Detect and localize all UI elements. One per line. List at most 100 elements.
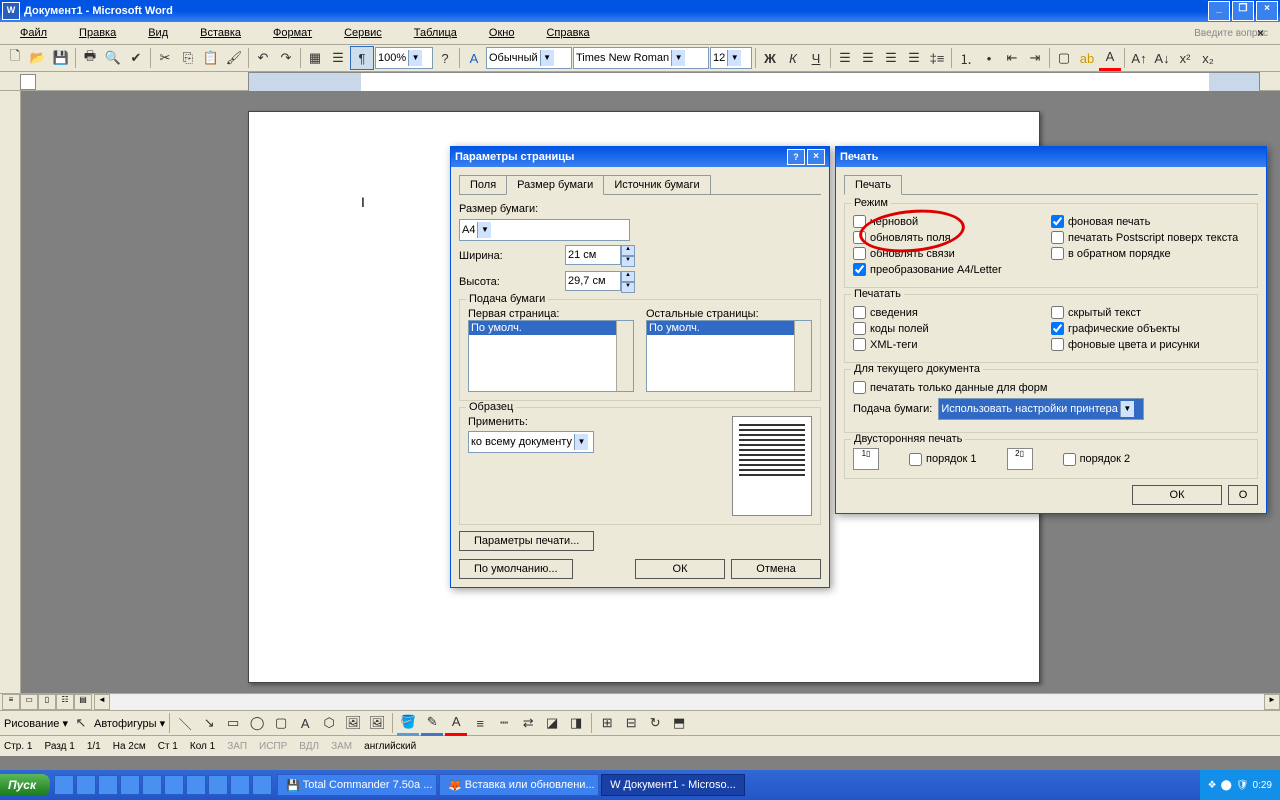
outline-view-icon[interactable]: ☷ <box>56 694 74 710</box>
start-button[interactable]: Пуск <box>0 774 50 796</box>
highlight-icon[interactable]: ab <box>1076 47 1098 69</box>
task-word[interactable]: W Документ1 - Microso... <box>601 774 745 796</box>
menu-format[interactable]: Формат <box>257 25 328 41</box>
tables-icon[interactable]: ▦ <box>304 47 326 69</box>
ok-button[interactable]: ОК <box>635 559 725 579</box>
vertical-ruler[interactable] <box>0 91 21 693</box>
menu-tools[interactable]: Сервис <box>328 25 398 41</box>
fontsize-combo[interactable]: 12▼ <box>710 47 752 69</box>
default-button[interactable]: По умолчанию... <box>459 559 573 579</box>
superscript-icon[interactable]: x² <box>1174 47 1196 69</box>
system-tray[interactable]: ❖ ⬤ 🛡 0:29 <box>1200 770 1280 800</box>
group-icon[interactable]: ⊞ <box>596 712 618 734</box>
tray-icon[interactable]: ⬤ <box>1221 780 1232 791</box>
print-view-icon[interactable]: ▯ <box>38 694 56 710</box>
textbox-icon[interactable]: ▢ <box>270 712 292 734</box>
help-icon[interactable]: ? <box>434 47 456 69</box>
wordart-icon[interactable]: A <box>294 712 316 734</box>
borders-icon[interactable]: ▢ <box>1053 47 1075 69</box>
tab-print[interactable]: Печать <box>844 175 902 195</box>
print-ok-button[interactable]: ОК <box>1132 485 1222 505</box>
chk-reverse[interactable]: в обратном порядке <box>1051 247 1249 260</box>
chk-order-1[interactable]: порядок 1 <box>909 453 977 466</box>
menu-table[interactable]: Таблица <box>398 25 473 41</box>
format-painter-icon[interactable]: 🖌 <box>223 47 245 69</box>
help-button[interactable]: ? <box>787 149 805 165</box>
chk-a4-letter[interactable]: преобразование A4/Letter <box>853 263 1051 276</box>
width-input[interactable] <box>565 245 621 265</box>
rectangle-icon[interactable]: ▭ <box>222 712 244 734</box>
width-spinner[interactable]: ▲▼ <box>621 245 635 267</box>
print-icon[interactable]: 🖶 <box>79 47 101 69</box>
status-rev[interactable]: ИСПР <box>259 741 287 752</box>
normal-view-icon[interactable]: ≡ <box>2 694 20 710</box>
tab-paper-size[interactable]: Размер бумаги <box>506 175 604 195</box>
preview-icon[interactable]: 🔍 <box>102 47 124 69</box>
dialog-close-button[interactable]: × <box>807 149 825 165</box>
outdent-icon[interactable]: ⇤ <box>1001 47 1023 69</box>
status-lang[interactable]: английский <box>364 741 416 752</box>
chk-postscript[interactable]: печатать Postscript поверх текста <box>1051 231 1249 244</box>
drawing-menu[interactable]: Рисование ▾ <box>4 717 68 730</box>
tab-selector[interactable] <box>20 74 36 90</box>
diagram-icon[interactable]: ⬡ <box>318 712 340 734</box>
apply-to-combo[interactable]: ко всему документу▼ <box>468 431 594 453</box>
close-button[interactable]: × <box>1256 1 1278 21</box>
arrow-icon[interactable]: ↘ <box>198 712 220 734</box>
grow-font-icon[interactable]: A↑ <box>1128 47 1150 69</box>
height-spinner[interactable]: ▲▼ <box>621 271 635 293</box>
line-icon[interactable]: ＼ <box>174 712 196 734</box>
first-page-listbox[interactable]: По умолч. <box>468 320 634 392</box>
chk-xml-tags[interactable]: XML-теги <box>853 338 1051 351</box>
chk-field-codes[interactable]: коды полей <box>853 322 1051 335</box>
page-setup-titlebar[interactable]: Параметры страницы ? × <box>451 147 829 167</box>
open-icon[interactable]: 📂 <box>27 47 49 69</box>
ql-icon[interactable] <box>142 775 162 795</box>
ql-icon[interactable] <box>230 775 250 795</box>
menu-edit[interactable]: Правка <box>63 25 132 41</box>
tab-paper-source[interactable]: Источник бумаги <box>603 175 710 194</box>
columns-icon[interactable]: ☰ <box>327 47 349 69</box>
underline-icon[interactable]: Ч <box>805 47 827 69</box>
ql-icon[interactable] <box>54 775 74 795</box>
print-options-button[interactable]: Параметры печати... <box>459 531 594 551</box>
line-style-icon[interactable]: ≡ <box>469 712 491 734</box>
rotate-icon[interactable]: ↻ <box>644 712 666 734</box>
align-justify-icon[interactable]: ☰ <box>903 47 925 69</box>
redo-icon[interactable]: ↷ <box>275 47 297 69</box>
line-color-icon[interactable]: ✎ <box>421 711 443 736</box>
task-total-commander[interactable]: 💾 Total Commander 7.50a ... <box>277 774 437 796</box>
menu-file[interactable]: Файл <box>4 25 63 41</box>
chk-drawings[interactable]: графические объекты <box>1051 322 1249 335</box>
chk-forms-only[interactable]: печатать только данные для форм <box>853 381 1249 394</box>
chk-update-links[interactable]: обновлять связи <box>853 247 1051 260</box>
print-other-button[interactable]: О <box>1228 485 1258 505</box>
autoshapes-menu[interactable]: Автофигуры ▾ <box>94 717 165 730</box>
ql-icon[interactable] <box>208 775 228 795</box>
chk-bg-colors[interactable]: фоновые цвета и рисунки <box>1051 338 1249 351</box>
subscript-icon[interactable]: x₂ <box>1197 47 1219 69</box>
chk-bg-print[interactable]: фоновая печать <box>1051 215 1249 228</box>
undo-icon[interactable]: ↶ <box>252 47 274 69</box>
ungroup-icon[interactable]: ⊟ <box>620 712 642 734</box>
font-color-icon[interactable]: A <box>1099 46 1121 71</box>
ql-icon[interactable] <box>164 775 184 795</box>
status-ext[interactable]: ВДЛ <box>299 741 319 752</box>
status-ovr[interactable]: ЗАМ <box>331 741 352 752</box>
menu-insert[interactable]: Вставка <box>184 25 257 41</box>
indent-icon[interactable]: ⇥ <box>1024 47 1046 69</box>
bullet-list-icon[interactable]: • <box>978 47 1000 69</box>
font-color-draw-icon[interactable]: A <box>445 711 467 736</box>
chk-order-2[interactable]: порядок 2 <box>1063 453 1131 466</box>
ql-icon[interactable] <box>252 775 272 795</box>
shadow-icon[interactable]: ◪ <box>541 712 563 734</box>
minimize-button[interactable]: _ <box>1208 1 1230 21</box>
italic-icon[interactable]: К <box>782 47 804 69</box>
dash-style-icon[interactable]: ┉ <box>493 712 515 734</box>
tray-clock[interactable]: 0:29 <box>1253 780 1272 791</box>
align-center-icon[interactable]: ☰ <box>857 47 879 69</box>
tray-icon[interactable]: 🛡 <box>1236 780 1249 791</box>
chk-draft[interactable]: черновой <box>853 215 1051 228</box>
other-pages-listbox[interactable]: По умолч. <box>646 320 812 392</box>
picture-icon[interactable]: 🖼 <box>366 712 388 734</box>
